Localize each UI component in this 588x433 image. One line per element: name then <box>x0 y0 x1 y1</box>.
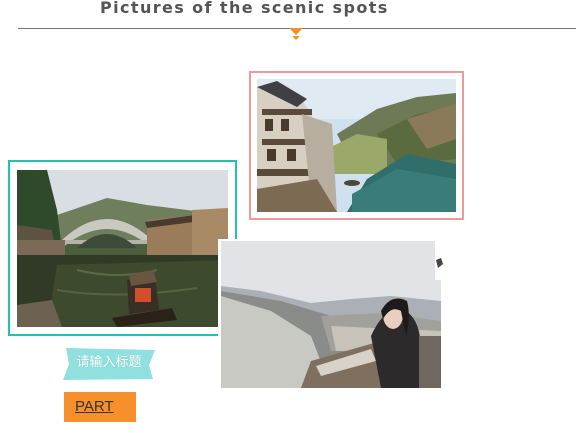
arched-bridge-photo[interactable] <box>17 170 228 327</box>
photo-frame-bridge[interactable] <box>8 160 237 336</box>
title-tag[interactable]: 请输入标题 <box>63 348 155 380</box>
snowy-wall-photo[interactable] <box>221 241 441 388</box>
photo-frame-canal[interactable] <box>249 71 464 220</box>
part-button[interactable]: PART <box>64 392 136 422</box>
section-title: Pictures of the scenic spots <box>100 0 389 17</box>
photo-frame-snow[interactable] <box>218 239 444 390</box>
canal-village-photo[interactable] <box>257 79 456 212</box>
double-chevron-down-icon <box>289 28 303 40</box>
tag-label: 请输入标题 <box>76 355 142 370</box>
edge-fragment-decoration <box>435 238 444 280</box>
